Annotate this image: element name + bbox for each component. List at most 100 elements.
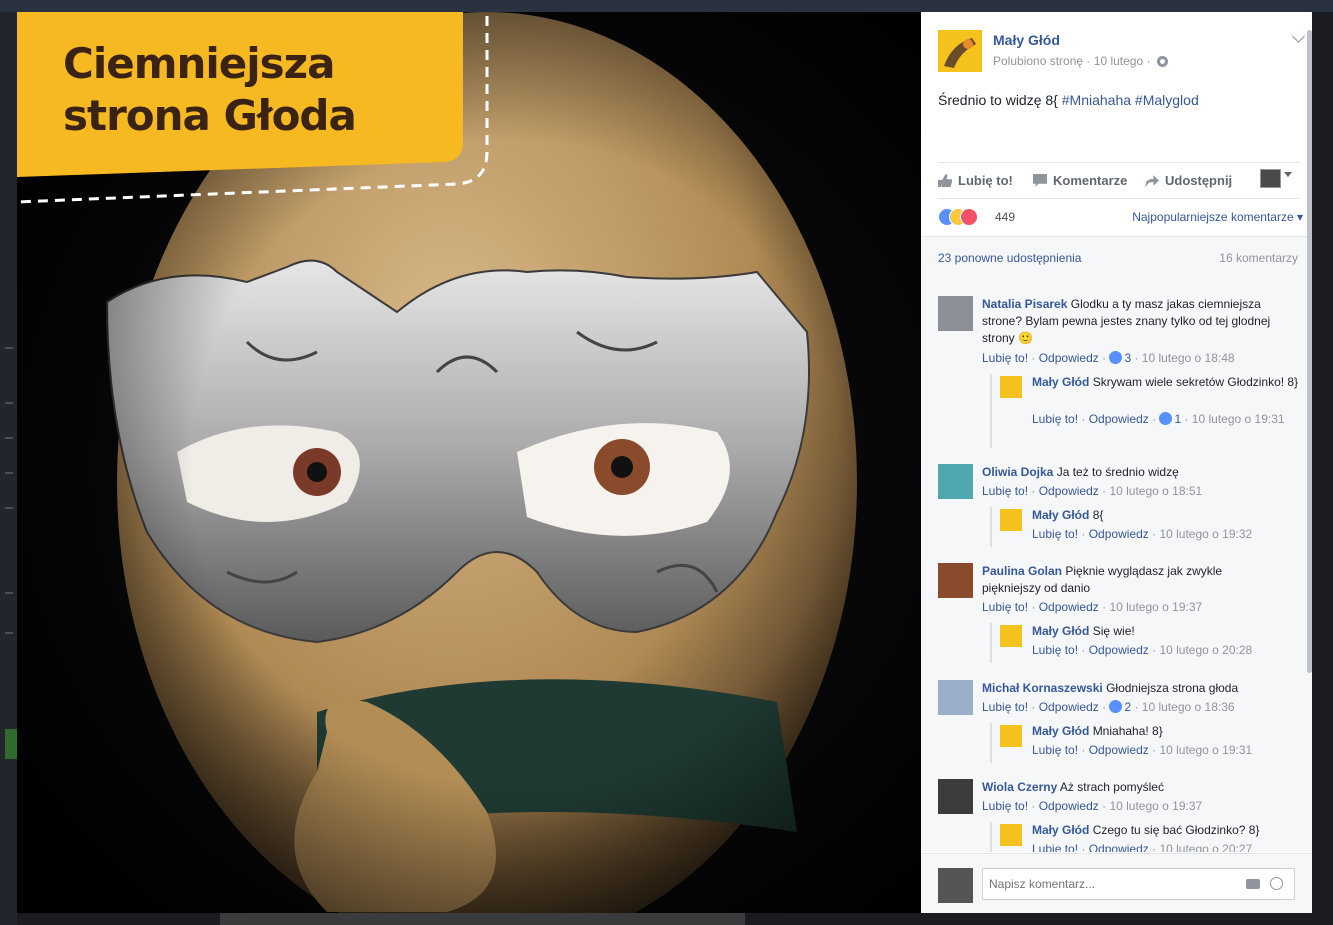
- reply-reply-link[interactable]: Odpowiedz: [1089, 743, 1149, 757]
- comment-reply-link[interactable]: Odpowiedz: [1039, 351, 1099, 365]
- avatar[interactable]: [938, 868, 973, 903]
- avatar[interactable]: [1000, 725, 1022, 747]
- reply-like-count[interactable]: 1: [1174, 412, 1181, 426]
- page-avatar[interactable]: [938, 30, 982, 72]
- comment-like-link[interactable]: Lubię to!: [982, 484, 1028, 498]
- reply-meta: Lubię to! · Odpowiedz · 1 · 10 lutego o …: [1032, 412, 1285, 426]
- share-button[interactable]: Udostępnij: [1145, 173, 1232, 188]
- comment-like-count[interactable]: 2: [1124, 700, 1131, 714]
- comment-author[interactable]: Wiola Czerny: [982, 780, 1057, 794]
- reply-text: Czego tu się bać Głodzinko? 8}: [1092, 823, 1260, 837]
- reply-time[interactable]: 10 lutego o 19:31: [1192, 412, 1285, 426]
- comment-reply-link[interactable]: Odpowiedz: [1039, 484, 1099, 498]
- avatar[interactable]: [1000, 376, 1022, 398]
- camera-icon[interactable]: [1246, 879, 1260, 889]
- like-count-icon: [1159, 412, 1173, 425]
- comment-like-link[interactable]: Lubię to!: [982, 351, 1028, 365]
- reply-item: Mały Głód Się wie! Lubię to! · Odpowiedz…: [990, 623, 1312, 663]
- reply-body: Mały Głód 8{: [1032, 507, 1302, 524]
- hashtag-link[interactable]: #Mniahaha: [1062, 92, 1131, 108]
- reply-like-link[interactable]: Lubię to!: [1032, 643, 1078, 657]
- share-icon: [1145, 175, 1159, 187]
- background-mark: [5, 632, 13, 634]
- background-page-content: [220, 913, 745, 925]
- comment-reply-link[interactable]: Odpowiedz: [1039, 600, 1099, 614]
- avatar[interactable]: [1000, 509, 1022, 531]
- post-text-body: Średnio to widzę 8{: [938, 92, 1062, 108]
- reply-meta: Lubię to! · Odpowiedz · 10 lutego o 19:3…: [1032, 743, 1253, 757]
- comment-author[interactable]: Oliwia Dojka: [982, 465, 1053, 479]
- liked-page-label[interactable]: Polubiono stronę: [993, 54, 1083, 68]
- avatar[interactable]: [938, 296, 973, 331]
- comment-composer: [921, 853, 1312, 913]
- comment-time[interactable]: 10 lutego o 18:48: [1142, 351, 1235, 365]
- share-as-avatar[interactable]: [1260, 169, 1281, 188]
- comment-time[interactable]: 10 lutego o 19:37: [1109, 799, 1202, 813]
- comment-sort-dropdown[interactable]: Najpopularniejsze komentarze ▾: [1132, 210, 1303, 224]
- reply-like-link[interactable]: Lubię to!: [1032, 842, 1078, 852]
- avatar[interactable]: [938, 779, 973, 814]
- like-button[interactable]: Lubię to!: [938, 173, 1013, 188]
- like-button-label: Lubię to!: [958, 173, 1013, 188]
- chevron-down-icon[interactable]: [1292, 30, 1305, 43]
- reply-time[interactable]: 10 lutego o 20:28: [1159, 643, 1252, 657]
- avatar[interactable]: [938, 680, 973, 715]
- avatar[interactable]: [938, 464, 973, 499]
- comment-button[interactable]: Komentarze: [1033, 173, 1127, 188]
- comment-author[interactable]: Natalia Pisarek: [982, 297, 1067, 311]
- comment-time[interactable]: 10 lutego o 18:36: [1142, 700, 1235, 714]
- reaction-count[interactable]: 449: [995, 210, 1015, 224]
- comment-author[interactable]: Michał Kornaszewski: [982, 681, 1103, 695]
- reply-author[interactable]: Mały Głód: [1032, 823, 1089, 837]
- comment-time[interactable]: 10 lutego o 18:51: [1109, 484, 1202, 498]
- page-name-link[interactable]: Mały Głód: [993, 32, 1060, 48]
- reply-time[interactable]: 10 lutego o 20:27: [1159, 842, 1252, 852]
- comment-author[interactable]: Paulina Golan: [982, 564, 1062, 578]
- smiley-icon[interactable]: [1270, 877, 1283, 890]
- comments-list: Natalia Pisarek Glodku a ty masz jakas c…: [921, 277, 1312, 852]
- reply-reply-link[interactable]: Odpowiedz: [1089, 412, 1149, 426]
- comment-like-link[interactable]: Lubię to!: [982, 799, 1028, 813]
- hashtag-link[interactable]: #Malyglod: [1135, 92, 1199, 108]
- reply-body: Mały Głód Się wie!: [1032, 623, 1302, 640]
- chevron-down-icon[interactable]: [1284, 172, 1292, 177]
- comment-like-link[interactable]: Lubię to!: [982, 600, 1028, 614]
- avatar[interactable]: [1000, 625, 1022, 647]
- comment-item: Natalia Pisarek Glodku a ty masz jakas c…: [938, 296, 1298, 456]
- comment-like-count[interactable]: 3: [1124, 351, 1131, 365]
- reply-text: Się wie!: [1092, 624, 1135, 638]
- comment-reply-link[interactable]: Odpowiedz: [1039, 700, 1099, 714]
- comment-body: Oliwia Dojka Ja też to średnio widzę: [982, 464, 1282, 481]
- reply-text: 8{: [1092, 508, 1104, 522]
- reply-reply-link[interactable]: Odpowiedz: [1089, 842, 1149, 852]
- comment-item: Michał Kornaszewski Głodniejsza strona g…: [938, 680, 1298, 770]
- post-side-panel: Mały Głód Polubiono stronę · 10 lutego ·…: [921, 12, 1312, 913]
- avatar[interactable]: [938, 563, 973, 598]
- meta-separator: ·: [1086, 54, 1091, 68]
- reply-like-link[interactable]: Lubię to!: [1032, 743, 1078, 757]
- reply-item: Mały Głód Czego tu się bać Głodzinko? 8}…: [990, 822, 1312, 852]
- reply-like-link[interactable]: Lubię to!: [1032, 412, 1078, 426]
- reply-time[interactable]: 10 lutego o 19:32: [1159, 527, 1252, 541]
- love-reaction-icon[interactable]: [960, 208, 978, 226]
- scrollbar[interactable]: [1307, 30, 1312, 673]
- reply-author[interactable]: Mały Głód: [1032, 508, 1089, 522]
- reply-time[interactable]: 10 lutego o 19:31: [1159, 743, 1252, 757]
- reply-reply-link[interactable]: Odpowiedz: [1089, 643, 1149, 657]
- reply-author[interactable]: Mały Głód: [1032, 724, 1089, 738]
- banner-title: Ciemniejsza strona Głoda: [63, 39, 357, 140]
- post-date[interactable]: 10 lutego: [1094, 54, 1143, 68]
- post-photo[interactable]: Ciemniejsza strona Głoda: [17, 12, 921, 913]
- post-meta: Polubiono stronę · 10 lutego ·: [993, 54, 1168, 68]
- reply-like-link[interactable]: Lubię to!: [1032, 527, 1078, 541]
- reply-reply-link[interactable]: Odpowiedz: [1089, 527, 1149, 541]
- reply-author[interactable]: Mały Głód: [1032, 624, 1089, 638]
- shares-link[interactable]: 23 ponowne udostępnienia: [938, 251, 1081, 265]
- reply-author[interactable]: Mały Głód: [1032, 375, 1089, 389]
- comment-like-link[interactable]: Lubię to!: [982, 700, 1028, 714]
- avatar[interactable]: [1000, 824, 1022, 846]
- comment-text: Ja też to średnio widzę: [1056, 465, 1179, 479]
- comment-reply-link[interactable]: Odpowiedz: [1039, 799, 1099, 813]
- comment-time[interactable]: 10 lutego o 19:37: [1109, 600, 1202, 614]
- comment-meta: Lubię to! · Odpowiedz · 3 · 10 lutego o …: [982, 351, 1235, 365]
